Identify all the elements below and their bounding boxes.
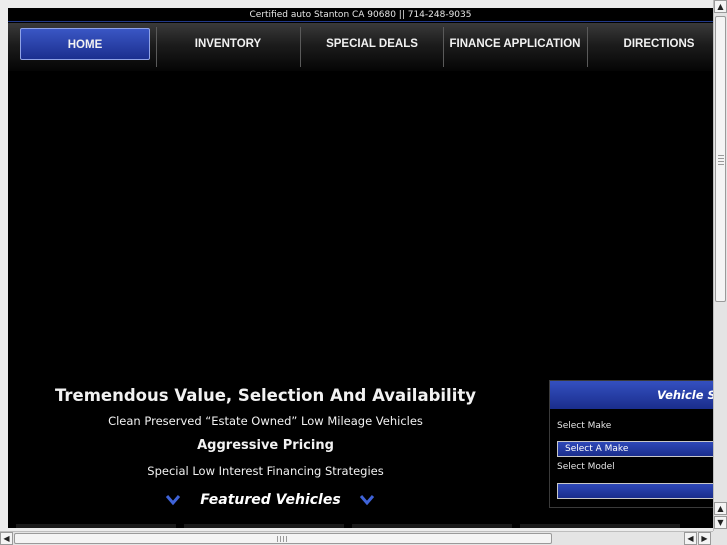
nav-divider bbox=[587, 27, 588, 67]
grip-line bbox=[277, 536, 278, 542]
nav-inventory[interactable]: INVENTORY bbox=[158, 28, 298, 60]
arrow-left-icon[interactable]: ◀ bbox=[684, 532, 697, 545]
select-make-label: Select Make bbox=[557, 421, 612, 431]
horizontal-scrollbar[interactable]: ◀ ◀ ▶ bbox=[0, 531, 713, 545]
nav-home[interactable]: HOME bbox=[20, 28, 150, 60]
scrollbar-corner bbox=[713, 531, 727, 545]
chevron-down-icon bbox=[359, 495, 375, 506]
arrow-left-icon[interactable]: ◀ bbox=[0, 532, 13, 545]
vertical-scroll-thumb[interactable] bbox=[715, 16, 726, 302]
grip-line bbox=[718, 155, 724, 156]
nav-directions[interactable]: DIRECTIONS bbox=[589, 28, 713, 60]
arrow-up-icon[interactable]: ▲ bbox=[714, 502, 727, 515]
grip-line bbox=[286, 536, 287, 542]
arrow-up-icon[interactable]: ▲ bbox=[714, 0, 727, 13]
contact-bar: Certified auto Stanton CA 90680 || 714-2… bbox=[8, 8, 713, 22]
chevron-down-icon bbox=[165, 495, 181, 506]
hero-pricing-title: Aggressive Pricing bbox=[197, 438, 334, 453]
hero-subtitle: Clean Preserved “Estate Owned” Low Milea… bbox=[108, 414, 423, 428]
featured-vehicles-header[interactable]: Featured Vehicles bbox=[158, 491, 383, 513]
nav-divider bbox=[443, 27, 444, 67]
nav-special-deals[interactable]: SPECIAL DEALS bbox=[302, 28, 442, 60]
grip-line bbox=[718, 161, 724, 162]
grip-line bbox=[718, 164, 724, 165]
featured-vehicles-label: Featured Vehicles bbox=[200, 492, 341, 508]
featured-vehicle-tile[interactable] bbox=[352, 524, 512, 528]
arrow-right-icon[interactable]: ▶ bbox=[698, 532, 711, 545]
main-nav: HOME INVENTORY SPECIAL DEALS FINANCE APP… bbox=[8, 23, 713, 71]
grip-line bbox=[280, 536, 281, 542]
grip-line bbox=[718, 158, 724, 159]
contact-text: Certified auto Stanton CA 90680 || 714-2… bbox=[249, 10, 472, 20]
hero-financing-text: Special Low Interest Financing Strategie… bbox=[147, 464, 384, 478]
nav-finance-application[interactable]: FINANCE APPLICATION bbox=[445, 28, 585, 60]
dealer-page: Certified auto Stanton CA 90680 || 714-2… bbox=[8, 8, 713, 528]
featured-vehicle-strip bbox=[8, 524, 713, 528]
arrow-down-icon[interactable]: ▼ bbox=[714, 516, 727, 529]
featured-vehicle-tile[interactable] bbox=[184, 524, 344, 528]
browser-viewport: Certified auto Stanton CA 90680 || 714-2… bbox=[0, 0, 727, 545]
featured-vehicle-tile[interactable] bbox=[520, 524, 680, 528]
nav-divider bbox=[156, 27, 157, 67]
hero-title: Tremendous Value, Selection And Availabi… bbox=[54, 386, 477, 405]
vehicle-search-widget: Vehicle S Select Make Select A Make Sele… bbox=[549, 380, 713, 508]
grip-line bbox=[283, 536, 284, 542]
vehicle-search-title: Vehicle S bbox=[550, 381, 713, 409]
model-select[interactable] bbox=[557, 483, 713, 499]
vertical-scrollbar[interactable]: ▲ ▲ ▼ bbox=[713, 0, 727, 531]
select-model-label: Select Model bbox=[557, 462, 615, 472]
make-select[interactable]: Select A Make bbox=[557, 441, 713, 457]
featured-vehicle-tile[interactable] bbox=[16, 524, 176, 528]
horizontal-scroll-thumb[interactable] bbox=[14, 533, 552, 544]
nav-divider bbox=[300, 27, 301, 67]
